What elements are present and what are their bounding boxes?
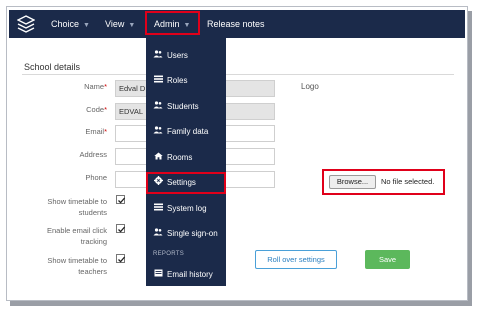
- phone-label: Phone: [85, 173, 107, 182]
- enable-email-click-checkbox[interactable]: [116, 224, 126, 233]
- name-label: Name*: [84, 82, 107, 91]
- menu-item-label: Family data: [167, 127, 209, 136]
- show-timetable-teachers-checkbox[interactable]: [116, 254, 126, 263]
- menu-item-label: Email history: [167, 270, 213, 279]
- save-button[interactable]: Save: [365, 250, 410, 269]
- menu-item-label: System log: [167, 204, 207, 213]
- users-icon: [153, 96, 163, 118]
- list-icon: [153, 198, 163, 220]
- reports-header: REPORTS: [153, 251, 184, 257]
- section-divider: [22, 74, 454, 75]
- enable-email-click-label: Enable email click tracking: [46, 226, 107, 246]
- menu-item-label: Rooms: [167, 153, 193, 162]
- admin-highlight: [145, 11, 200, 35]
- card-icon: [153, 264, 163, 286]
- browse-button[interactable]: Browse...: [329, 175, 376, 189]
- menu-item-family-data[interactable]: Family data: [146, 121, 226, 143]
- top-navbar: Choice ▼ View ▼ Admin ▼ Release notes: [9, 10, 465, 38]
- menu-item-rooms[interactable]: Rooms: [146, 147, 226, 169]
- users-icon: [153, 45, 163, 67]
- roll-over-settings-button[interactable]: Roll over settings: [255, 250, 337, 269]
- nav-release-notes-label: Release notes: [207, 19, 265, 29]
- menu-item-label: Students: [167, 102, 199, 111]
- list-icon: [153, 70, 163, 92]
- nav-choice-label: Choice: [51, 19, 80, 29]
- menu-item-label: Users: [167, 51, 188, 60]
- no-file-text: No file selected.: [381, 177, 435, 186]
- chevron-down-icon: ▼: [128, 22, 136, 29]
- menu-item-users[interactable]: Users: [146, 45, 226, 67]
- nav-choice[interactable]: Choice ▼: [51, 10, 90, 38]
- menu-item-label: Roles: [167, 76, 188, 85]
- address-label: Address: [79, 150, 107, 159]
- menu-item-label: Single sign-on: [167, 229, 218, 238]
- nav-view-label: View: [105, 19, 125, 29]
- code-label: Code*: [86, 105, 107, 114]
- menu-item-single-sign-on[interactable]: Single sign-on: [146, 223, 226, 245]
- users-icon: [153, 223, 163, 245]
- chevron-down-icon: ▼: [83, 22, 90, 29]
- users-icon: [153, 121, 163, 143]
- home-icon: [153, 147, 163, 169]
- menu-item-roles[interactable]: Roles: [146, 70, 226, 92]
- nav-view[interactable]: View ▼: [105, 10, 135, 38]
- email-label: Email*: [85, 127, 107, 136]
- app-logo-icon[interactable]: [16, 15, 36, 33]
- menu-item-system-log[interactable]: System log: [146, 198, 226, 220]
- admin-dropdown-menu: Users Roles Students Family data Rooms S…: [146, 38, 226, 286]
- nav-release-notes[interactable]: Release notes: [207, 10, 265, 38]
- section-title: School details: [24, 62, 81, 72]
- menu-item-students[interactable]: Students: [146, 96, 226, 118]
- logo-label: Logo: [301, 82, 319, 91]
- show-timetable-students-checkbox[interactable]: [116, 195, 126, 204]
- show-timetable-teachers-label: Show timetable to teachers: [47, 256, 107, 276]
- menu-item-email-history[interactable]: Email history: [146, 264, 226, 286]
- show-timetable-students-label: Show timetable to students: [47, 197, 107, 217]
- settings-highlight: [146, 172, 226, 194]
